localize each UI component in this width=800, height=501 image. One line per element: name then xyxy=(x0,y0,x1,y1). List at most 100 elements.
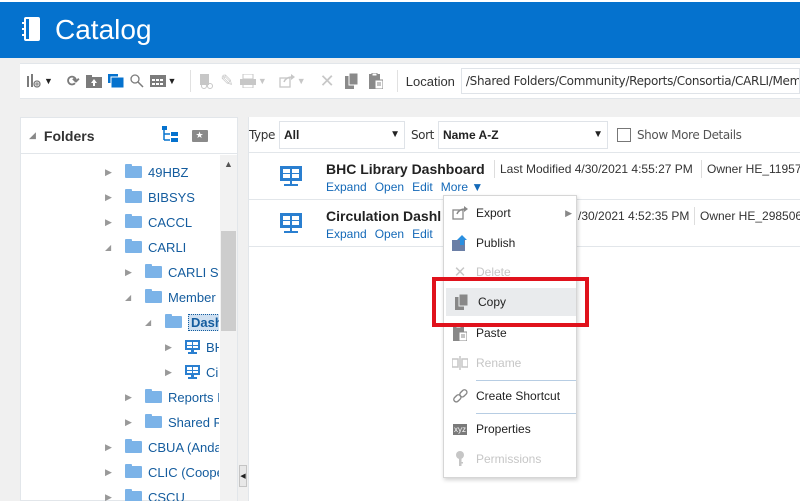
export-icon xyxy=(452,205,468,221)
type-select[interactable]: All ▼ xyxy=(278,120,405,149)
tree-node[interactable]: ▶ BH xyxy=(165,335,219,359)
export-dropdown-button[interactable]: ▼ xyxy=(279,69,306,93)
tree-node[interactable]: ▶ CSCU xyxy=(105,485,185,501)
expand-node-icon[interactable]: ▶ xyxy=(105,442,117,453)
menu-item-permissions[interactable]: Permissions xyxy=(444,445,576,473)
expand-node-icon[interactable]: ▶ xyxy=(105,167,117,178)
expand-node-icon[interactable]: ▶ xyxy=(125,392,137,403)
sort-label: Sort xyxy=(410,127,434,142)
open-link[interactable]: Open xyxy=(375,180,404,194)
link-icon xyxy=(452,388,468,404)
menu-item-publish[interactable]: Publish xyxy=(444,229,576,257)
tree-node[interactable]: ▶ CARLI Sta xyxy=(125,260,219,284)
open-folder-button[interactable] xyxy=(107,69,124,93)
edit-link[interactable]: Edit xyxy=(412,180,433,194)
dashboard-icon xyxy=(280,213,302,235)
new-dropdown-button[interactable]: ▼ xyxy=(26,69,53,93)
menu-item-rename[interactable]: Rename xyxy=(444,349,576,377)
menu-item-label: Paste xyxy=(476,326,507,340)
tree-node-label: BIBSYS xyxy=(148,189,195,205)
folder-tree-scrollbar[interactable]: ▲ xyxy=(220,155,237,501)
refresh-icon: ⟳ xyxy=(66,73,80,90)
view-dropdown-button[interactable]: ▼ xyxy=(149,69,177,93)
tree-node[interactable]: ▶ Reports I xyxy=(125,385,219,409)
search-button[interactable] xyxy=(129,69,144,93)
menu-item-create-shortcut[interactable]: Create Shortcut xyxy=(444,382,576,410)
tree-node[interactable]: ▶ Shared R xyxy=(125,410,219,434)
show-more-details-checkbox[interactable] xyxy=(616,127,631,142)
tree-node[interactable]: ▶ BIBSYS xyxy=(105,185,195,209)
expand-node-icon[interactable]: ▶ xyxy=(105,492,117,501)
type-select-value: All xyxy=(283,127,300,142)
catalog-book-icon xyxy=(20,17,42,43)
collapse-node-icon[interactable]: ◢ xyxy=(125,293,137,302)
highlight-annotation-box xyxy=(432,277,589,327)
expand-node-icon[interactable]: ▶ xyxy=(105,192,117,203)
dashboard-icon xyxy=(280,166,302,188)
chevron-down-icon: ▼ xyxy=(257,76,267,86)
expand-node-icon[interactable]: ▶ xyxy=(105,217,117,228)
folders-panel: ◢ Folders ★ ▶ 49HBZ ▶ BIBSYS ▶ CACCL ◢ CARLI ▶ CA… xyxy=(20,117,238,501)
catalog-item: BHC Library Dashboard Last Modified 4/30… xyxy=(249,154,800,200)
menu-item-export[interactable]: Export ▶ xyxy=(444,199,576,227)
more-link[interactable]: More ▼ xyxy=(441,180,484,194)
folder-icon xyxy=(165,314,182,328)
refresh-button[interactable]: ⟳ xyxy=(67,69,80,93)
tree-node[interactable]: ◢ Member L xyxy=(125,285,219,309)
scroll-up-icon[interactable]: ▲ xyxy=(224,159,233,169)
tree-node[interactable]: ◢ CARLI xyxy=(105,235,186,259)
paste-button[interactable] xyxy=(368,69,383,93)
scrollbar-thumb[interactable] xyxy=(221,231,236,331)
tree-node[interactable]: ▶ 49HBZ xyxy=(105,160,188,184)
expand-node-icon[interactable]: ▶ xyxy=(165,367,177,378)
location-input[interactable]: /Shared Folders/Community/Reports/Consor… xyxy=(460,68,800,94)
sort-select[interactable]: Name A-Z ▼ xyxy=(437,120,608,149)
menu-item-label: Rename xyxy=(476,356,522,370)
menu-item-properties[interactable]: xyz Properties xyxy=(444,415,576,443)
location-label: Location xyxy=(405,73,455,89)
expand-node-icon[interactable]: ▶ xyxy=(125,267,137,278)
chevron-down-icon: ▼ xyxy=(167,76,177,86)
properties-xyz-icon: xyz xyxy=(453,423,467,435)
toolbar: ▼ ⟳ ▼ ✎ ▼ ▼ ✕ Location /Shared Folders/C… xyxy=(20,63,800,99)
tree-node[interactable]: ◢ Dashb xyxy=(145,310,219,334)
expand-link[interactable]: Expand xyxy=(326,180,367,194)
copy-button[interactable] xyxy=(344,69,359,93)
menu-item-label: Publish xyxy=(476,236,516,250)
collapse-splitter-button[interactable]: ◀ xyxy=(239,465,247,487)
collapse-node-icon[interactable]: ◢ xyxy=(105,243,117,252)
folder-icon xyxy=(145,264,162,278)
tree-node[interactable]: ▶ CBUA (Andal xyxy=(105,435,219,459)
collapse-panel-icon[interactable]: ◢ xyxy=(29,130,36,141)
tree-node-label: CACCL xyxy=(148,214,193,230)
favorite-folder-icon[interactable]: ★ xyxy=(191,129,208,142)
folder-icon xyxy=(125,439,142,453)
open-link[interactable]: Open xyxy=(375,227,404,241)
view-grid-icon xyxy=(149,75,166,87)
folder-icon xyxy=(125,489,142,501)
upload-button[interactable] xyxy=(85,69,102,93)
edit-button[interactable]: ✎ xyxy=(220,69,233,93)
expand-node-icon[interactable]: ▶ xyxy=(165,342,177,353)
sort-select-value: Name A-Z xyxy=(442,127,499,142)
tree-node-label: Cir xyxy=(206,364,219,380)
expand-link[interactable]: Expand xyxy=(326,227,367,241)
tree-node[interactable]: ▶ Cir xyxy=(165,360,219,384)
edit-link[interactable]: Edit xyxy=(412,227,433,241)
collapse-node-icon[interactable]: ◢ xyxy=(145,318,157,327)
tree-node-label: Dashb xyxy=(188,313,219,331)
item-name[interactable]: BHC Library Dashboard xyxy=(326,161,485,177)
tree-node[interactable]: ▶ CACCL xyxy=(105,210,192,234)
print-dropdown-button[interactable]: ▼ xyxy=(239,69,267,93)
menu-item-label: Create Shortcut xyxy=(476,389,561,403)
copy-link-button[interactable] xyxy=(199,69,214,93)
tree-node[interactable]: ▶ CLIC (Coope xyxy=(105,460,219,484)
show-more-details-label[interactable]: Show More Details xyxy=(637,128,742,142)
folder-icon xyxy=(145,414,162,428)
tree-view-icon[interactable] xyxy=(161,126,178,145)
expand-node-icon[interactable]: ▶ xyxy=(105,467,117,478)
panel-splitter[interactable]: ◀ xyxy=(238,117,248,501)
delete-button[interactable]: ✕ xyxy=(320,69,335,93)
item-name[interactable]: Circulation Dashl xyxy=(326,208,441,224)
expand-node-icon[interactable]: ▶ xyxy=(125,417,137,428)
